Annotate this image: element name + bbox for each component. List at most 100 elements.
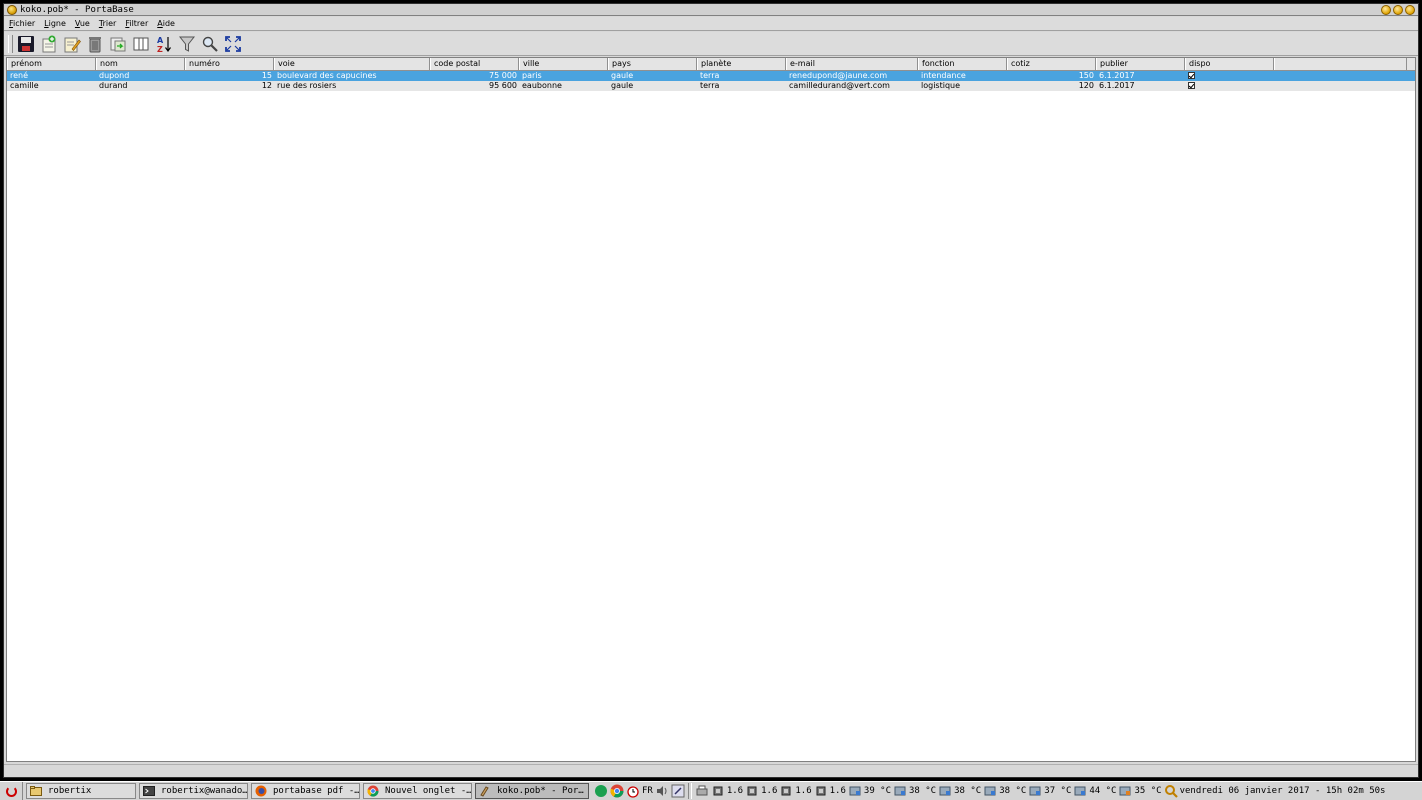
cell-voie[interactable]: rue des rosiers <box>274 81 430 91</box>
clock[interactable]: vendredi 06 janvier 2017 - 15h 02m 50s <box>1180 786 1386 796</box>
cell-publier[interactable]: 6.1.2017 <box>1096 81 1185 91</box>
keyboard-layout[interactable]: FR <box>642 786 653 796</box>
cell-dispo[interactable] <box>1185 81 1274 91</box>
task-label: portabase pdf -… <box>273 786 360 796</box>
column-header-nom[interactable]: nom <box>96 58 185 70</box>
column-header-dispo[interactable]: dispo <box>1185 58 1274 70</box>
folder-icon <box>30 786 42 796</box>
menu-vue[interactable]: Vue <box>75 19 90 28</box>
window-title: koko.pob* - PortaBase <box>20 5 134 15</box>
chrome-tray-icon[interactable] <box>610 784 624 798</box>
cell-fonction[interactable]: logistique <box>918 81 1007 91</box>
table-row[interactable]: rené dupond 15 boulevard des capucines 7… <box>7 71 1415 81</box>
cell-planete[interactable]: terra <box>697 71 786 81</box>
temperature-value: 39 °C <box>863 786 891 796</box>
fullscreen-button[interactable] <box>223 34 243 54</box>
column-header-prenom[interactable]: prénom <box>7 58 96 70</box>
cell-nom[interactable]: dupond <box>96 71 185 81</box>
magnifier-tray-icon[interactable] <box>671 784 685 798</box>
terminal-icon <box>143 786 155 796</box>
table-row[interactable]: camille durand 12 rue des rosiers 95 600… <box>7 81 1415 91</box>
portabase-icon <box>480 786 489 797</box>
column-header-cotiz[interactable]: cotiz <box>1007 58 1096 70</box>
task-robertix[interactable]: robertix <box>26 783 136 799</box>
column-header-pays[interactable]: pays <box>608 58 697 70</box>
start-logo-icon <box>5 785 17 797</box>
copy-row-button[interactable] <box>108 34 128 54</box>
task-label: Nouvel onglet -… <box>385 786 472 796</box>
cell-voie[interactable]: boulevard des capucines <box>274 71 430 81</box>
menu-aide[interactable]: Aide <box>157 19 175 28</box>
data-table: prénom nom numéro voie code postal ville… <box>6 57 1416 762</box>
column-header-numero[interactable]: numéro <box>185 58 274 70</box>
dispo-checkbox[interactable] <box>1188 82 1195 89</box>
menu-trier[interactable]: Trier <box>99 19 116 28</box>
cell-numero[interactable]: 15 <box>185 71 274 81</box>
title-bar[interactable]: koko.pob* - PortaBase <box>4 4 1418 16</box>
app-icon[interactable] <box>7 5 17 15</box>
volume-icon[interactable] <box>655 784 669 798</box>
toolbar-grip[interactable] <box>8 34 13 53</box>
cell-code-postal[interactable]: 75 000 <box>430 71 519 81</box>
task-chrome[interactable]: Nouvel onglet -… <box>363 783 472 799</box>
table-header: prénom nom numéro voie code postal ville… <box>7 58 1415 71</box>
cell-pays[interactable]: gaule <box>608 71 697 81</box>
dispo-checkbox[interactable] <box>1188 72 1195 79</box>
search-tray-icon[interactable] <box>1164 784 1178 798</box>
cell-planete[interactable]: terra <box>697 81 786 91</box>
column-header-fonction[interactable]: fonction <box>918 58 1007 70</box>
printer-icon[interactable] <box>695 784 709 798</box>
column-header-ville[interactable]: ville <box>519 58 608 70</box>
cell-pays[interactable]: gaule <box>608 81 697 91</box>
search-button[interactable] <box>200 34 220 54</box>
edit-row-button[interactable] <box>62 34 82 54</box>
cell-email[interactable]: camilledurand@vert.com <box>786 81 918 91</box>
menu-fichier[interactable]: Fichier <box>9 19 35 28</box>
cell-email[interactable]: renedupond@jaune.com <box>786 71 918 81</box>
cell-ville[interactable]: paris <box>519 71 608 81</box>
menu-ligne[interactable]: Ligne <box>44 19 66 28</box>
cell-prenom[interactable]: camille <box>7 81 96 91</box>
cell-cotiz[interactable]: 150 <box>1007 71 1096 81</box>
sort-button[interactable]: A Z <box>154 34 174 54</box>
task-portabase[interactable]: koko.pob* - Por… <box>475 783 589 799</box>
add-row-button[interactable] <box>39 34 59 54</box>
cell-numero[interactable]: 12 <box>185 81 274 91</box>
chrome-icon <box>367 785 379 797</box>
temperature-icon <box>894 786 906 796</box>
cpu-icon <box>747 786 757 796</box>
cell-cotiz[interactable]: 120 <box>1007 81 1096 91</box>
close-button[interactable] <box>1405 5 1415 15</box>
menu-filtrer[interactable]: Filtrer <box>125 19 148 28</box>
cell-publier[interactable]: 6.1.2017 <box>1096 71 1185 81</box>
cell-ville[interactable]: eaubonne <box>519 81 608 91</box>
column-header-voie[interactable]: voie <box>274 58 430 70</box>
column-header-publier[interactable]: publier <box>1096 58 1185 70</box>
task-label: robertix <box>48 786 92 796</box>
save-button[interactable] <box>16 34 36 54</box>
start-button[interactable] <box>0 782 23 800</box>
network-icon[interactable] <box>594 784 608 798</box>
svg-text:Z: Z <box>157 45 163 53</box>
delete-row-button[interactable] <box>85 34 105 54</box>
alarm-clock-icon[interactable] <box>626 784 640 798</box>
filter-button[interactable] <box>177 34 197 54</box>
temperature-icon <box>1119 786 1131 796</box>
task-terminal[interactable]: robertix@wanado… <box>139 783 248 799</box>
tray-separator <box>687 783 692 799</box>
task-firefox[interactable]: portabase pdf -… <box>251 783 360 799</box>
maximize-button[interactable] <box>1393 5 1403 15</box>
cell-nom[interactable]: durand <box>96 81 185 91</box>
minimize-button[interactable] <box>1381 5 1391 15</box>
column-header-planete[interactable]: planète <box>697 58 786 70</box>
cpu-icon <box>816 786 826 796</box>
delete-icon <box>89 36 101 52</box>
cell-fonction[interactable]: intendance <box>918 71 1007 81</box>
cell-prenom[interactable]: rené <box>7 71 96 81</box>
cell-code-postal[interactable]: 95 600 <box>430 81 519 91</box>
column-header-code-postal[interactable]: code postal <box>430 58 519 70</box>
columns-button[interactable] <box>131 34 151 54</box>
column-header-email[interactable]: e-mail <box>786 58 918 70</box>
cell-dispo[interactable] <box>1185 71 1274 81</box>
task-label: koko.pob* - Por… <box>497 786 584 796</box>
